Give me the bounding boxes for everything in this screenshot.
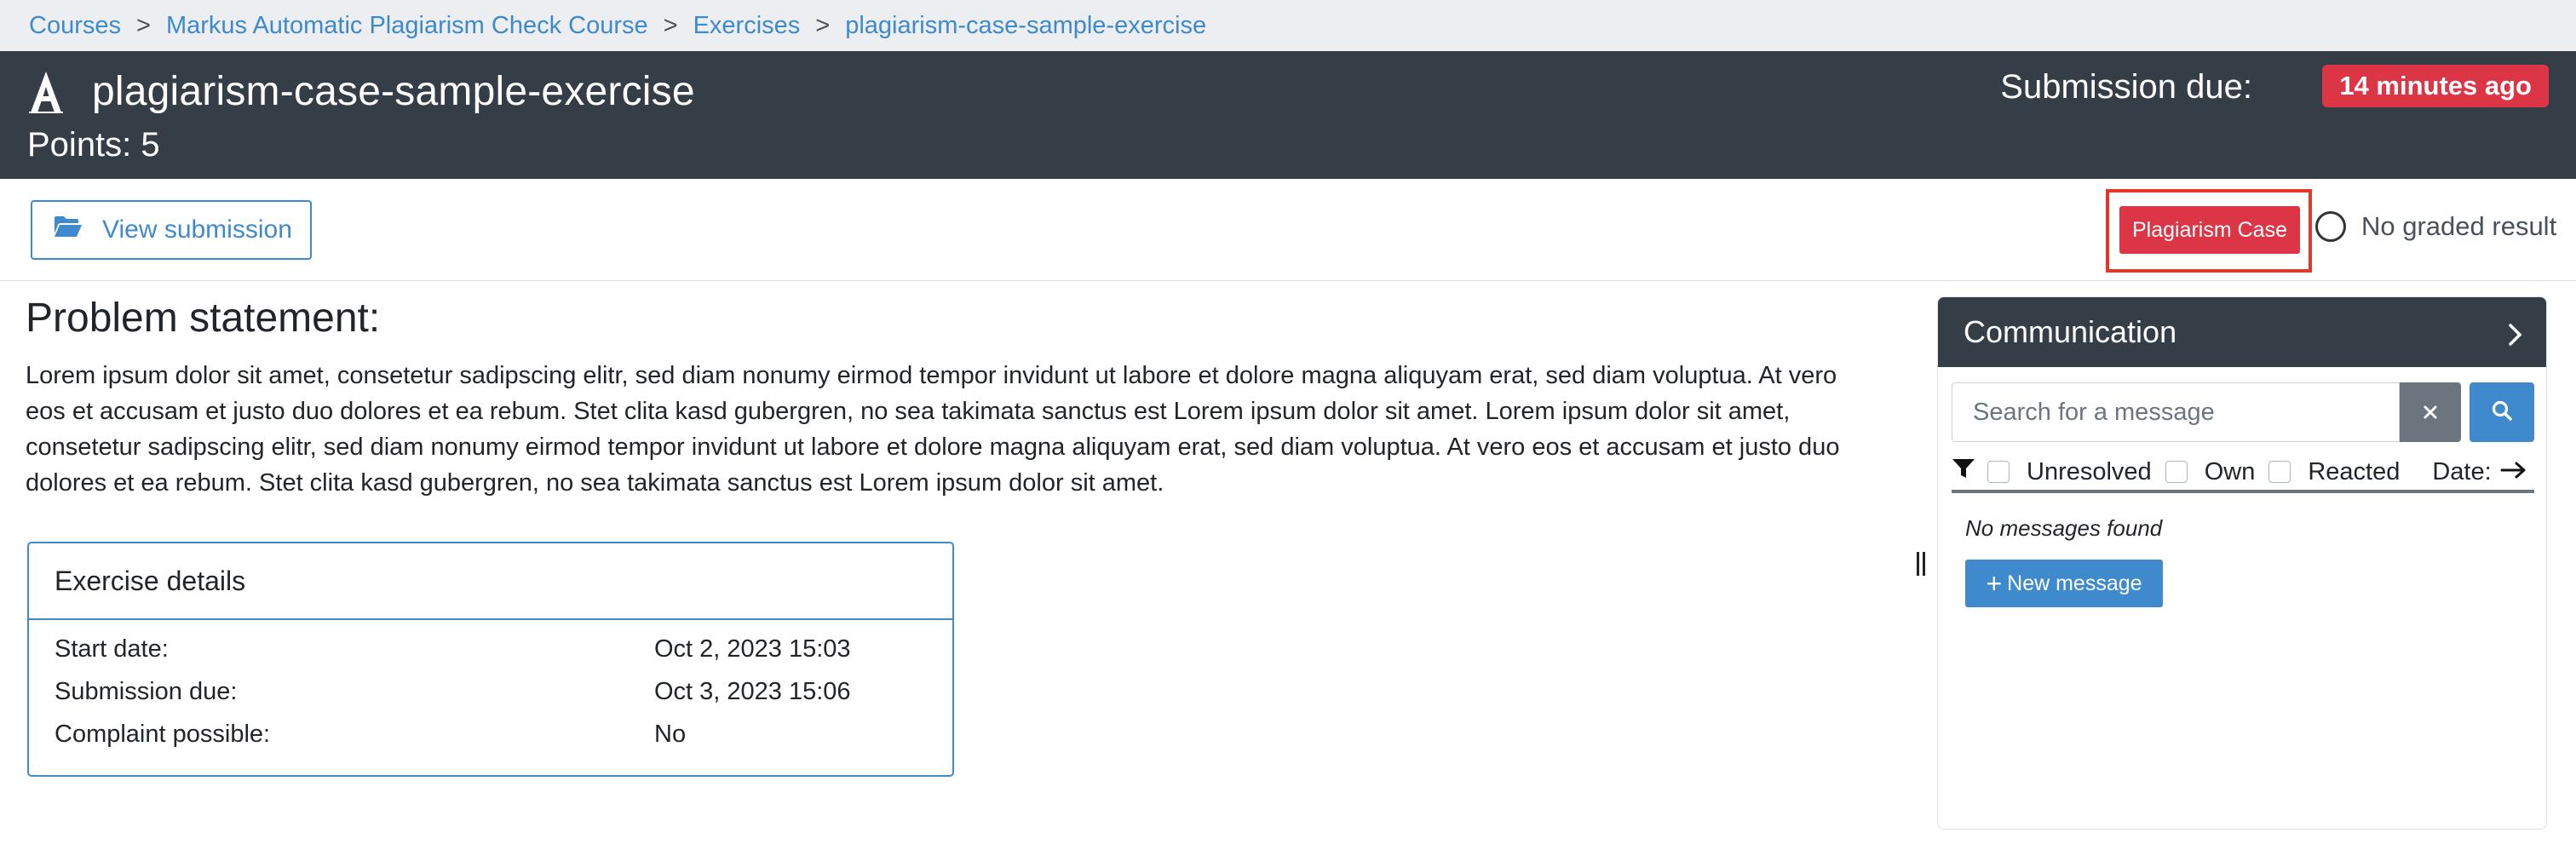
new-message-label: New message: [2007, 571, 2142, 595]
filter-own-label: Own: [2204, 457, 2256, 485]
detail-value: No: [654, 721, 687, 748]
filter-icon: [1952, 457, 1975, 486]
action-bar: View submission Plagiarism Case No grade…: [0, 179, 2576, 281]
breadcrumb-courses[interactable]: Courses: [29, 12, 121, 40]
message-search-input[interactable]: Search for a message: [1952, 382, 2400, 442]
problem-statement-text: Lorem ipsum dolor sit amet, consetetur s…: [26, 362, 1840, 497]
filter-reacted-label: Reacted: [2308, 457, 2401, 485]
breadcrumb-separator: >: [663, 11, 678, 39]
breadcrumb-course[interactable]: Markus Automatic Plagiarism Check Course: [166, 12, 648, 40]
detail-row-start-date: Start date: Oct 2, 2023 15:03: [29, 627, 952, 669]
exercise-details-title: Exercise details: [29, 543, 952, 620]
search-icon: [2491, 399, 2513, 426]
reacted-checkbox[interactable]: [2268, 461, 2291, 483]
exercise-title: plagiarism-case-sample-exercise: [92, 69, 695, 114]
detail-value: Oct 3, 2023 15:06: [654, 678, 851, 705]
communication-panel: Communication Search for a message Unres…: [1937, 296, 2547, 830]
new-message-button[interactable]: + New message: [1965, 560, 2163, 607]
empty-circle-icon: [2315, 211, 2346, 242]
breadcrumb: Courses > Markus Automatic Plagiarism Ch…: [0, 0, 2576, 51]
breadcrumb-exercises[interactable]: Exercises: [693, 12, 801, 40]
graded-status-label: No graded result: [2361, 211, 2557, 241]
breadcrumb-separator: >: [815, 11, 831, 39]
unresolved-checkbox[interactable]: [1987, 461, 2010, 483]
search-button[interactable]: [2470, 382, 2534, 442]
detail-label: Complaint possible:: [55, 721, 271, 748]
detail-row-submission-due: Submission due: Oct 3, 2023 15:06: [29, 669, 952, 712]
breadcrumb-separator: >: [136, 11, 151, 39]
submission-due-badge: 14 minutes ago: [2322, 65, 2549, 107]
filter-unresolved-label: Unresolved: [2027, 457, 2152, 485]
exercise-details-card: Exercise details Start date: Oct 2, 2023…: [27, 542, 954, 777]
sort-date-label: Date:: [2432, 457, 2492, 485]
view-submission-button[interactable]: View submission: [31, 200, 312, 260]
chevron-right-icon[interactable]: [2507, 319, 2524, 355]
filter-own[interactable]: Own: [2153, 457, 2256, 486]
communication-title: Communication: [1964, 314, 2177, 349]
detail-label: Start date:: [55, 635, 169, 663]
no-messages-text: No messages found: [1965, 515, 2163, 541]
detail-value: Oct 2, 2023 15:03: [654, 635, 851, 663]
detail-label: Submission due:: [55, 678, 238, 705]
submission-due-label: Submission due:: [2000, 68, 2252, 106]
exercise-header: plagiarism-case-sample-exercise Points: …: [0, 51, 2576, 179]
view-submission-label: View submission: [102, 215, 292, 244]
filter-unresolved[interactable]: Unresolved: [1975, 458, 2152, 486]
communication-header: Communication: [1938, 297, 2546, 367]
exercise-points: Points: 5: [27, 126, 160, 164]
breadcrumb-exercise[interactable]: plagiarism-case-sample-exercise: [845, 12, 1206, 40]
problem-statement-title: Problem statement:: [26, 296, 381, 341]
graded-status: No graded result: [2315, 211, 2556, 242]
close-icon: [2423, 398, 2438, 427]
arrow-right-icon: [2492, 458, 2527, 486]
sort-by-date[interactable]: Date:: [2432, 458, 2527, 486]
panel-resize-handle[interactable]: [1917, 552, 1925, 576]
plus-icon: +: [1986, 568, 2003, 599]
plagiarism-case-button[interactable]: Plagiarism Case: [2119, 206, 2300, 254]
folder-open-icon: [53, 215, 102, 245]
artemis-logo-icon: [27, 70, 65, 114]
own-checkbox[interactable]: [2165, 461, 2188, 483]
filter-reacted[interactable]: Reacted: [2257, 458, 2400, 486]
detail-row-complaint: Complaint possible: No: [29, 712, 952, 755]
plagiarism-case-highlight: Plagiarism Case: [2106, 189, 2312, 273]
clear-search-button[interactable]: [2400, 382, 2461, 442]
message-filters: Unresolved Own Reacted Date:: [1952, 454, 2534, 493]
